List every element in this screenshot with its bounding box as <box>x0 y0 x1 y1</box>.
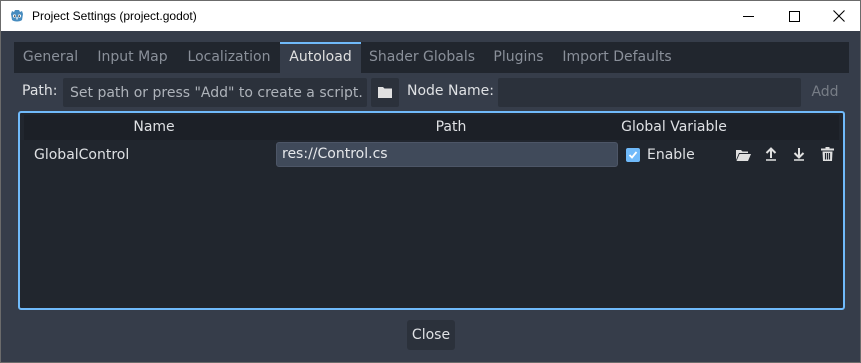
move-down-button[interactable] <box>790 146 808 164</box>
settings-panel: General Input Map Localization Autoload … <box>14 42 849 312</box>
open-folder-button[interactable] <box>734 146 752 164</box>
node-name-input[interactable] <box>498 78 801 107</box>
path-input[interactable] <box>63 78 367 107</box>
browse-path-button[interactable] <box>371 78 399 107</box>
folder-open-icon <box>735 146 751 165</box>
close-button[interactable]: Close <box>407 320 455 350</box>
tab-import-defaults[interactable]: Import Defaults <box>554 42 680 73</box>
tab-general[interactable]: General <box>14 42 87 73</box>
close-icon <box>833 10 845 22</box>
path-field[interactable] <box>63 78 367 107</box>
tab-shader-globals[interactable]: Shader Globals <box>361 42 483 73</box>
autoload-name[interactable]: GlobalControl <box>34 140 129 170</box>
column-global-variable[interactable]: Global Variable <box>604 115 744 140</box>
delete-button[interactable] <box>818 146 836 164</box>
move-up-button[interactable] <box>762 146 780 164</box>
column-path[interactable]: Path <box>361 115 541 140</box>
tab-localization[interactable]: Localization <box>178 42 280 73</box>
node-name-label: Node Name: <box>407 83 495 99</box>
tab-autoload[interactable]: Autoload <box>280 42 361 73</box>
autoload-list[interactable]: Name Path Global Variable GlobalControl … <box>18 111 845 310</box>
minimize-button[interactable] <box>725 1 771 31</box>
close-window-button[interactable] <box>816 1 861 31</box>
title-bar: Project Settings (project.godot) <box>0 0 861 31</box>
autoload-tab-content: Path: Node Name: Add Name Path Global Va… <box>14 73 849 312</box>
arrow-down-icon <box>793 146 805 165</box>
enable-checkbox[interactable] <box>626 148 640 162</box>
project-settings-dialog: General Input Map Localization Autoload … <box>0 31 861 363</box>
tree-header: Name Path Global Variable <box>24 115 839 140</box>
tab-bar: General Input Map Localization Autoload … <box>14 42 849 73</box>
folder-icon <box>378 83 392 102</box>
minimize-icon <box>742 11 754 22</box>
node-name-field[interactable] <box>498 78 801 107</box>
column-name[interactable]: Name <box>64 115 244 140</box>
autoload-row[interactable]: GlobalControl res://Control.cs Enable <box>24 140 839 170</box>
tab-input-map[interactable]: Input Map <box>87 42 178 73</box>
trash-icon <box>820 146 834 165</box>
maximize-button[interactable] <box>771 1 817 31</box>
tab-plugins[interactable]: Plugins <box>483 42 554 73</box>
enable-label[interactable]: Enable <box>647 140 695 170</box>
godot-icon <box>9 8 25 24</box>
path-label: Path: <box>22 83 58 99</box>
maximize-icon <box>788 10 800 22</box>
arrow-up-icon <box>765 146 777 165</box>
window-title: Project Settings (project.godot) <box>32 9 197 23</box>
autoload-path[interactable]: res://Control.cs <box>276 142 618 167</box>
add-button[interactable]: Add <box>806 78 844 107</box>
